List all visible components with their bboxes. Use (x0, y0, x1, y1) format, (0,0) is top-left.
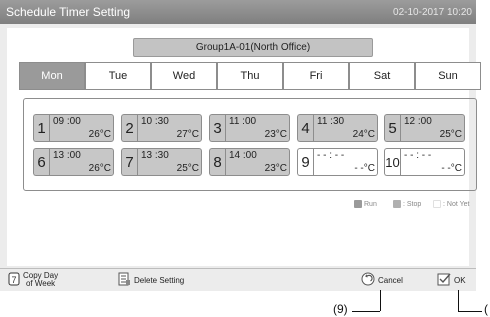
schedule-slots-box (23, 98, 477, 191)
slot-temp: 25°C (439, 129, 462, 140)
legend-run: Run (354, 200, 377, 208)
schedule-slot-5[interactable]: 5 12 :00 25°C (384, 114, 465, 142)
schedule-slot-9[interactable]: 9 - - : - - - -°C (297, 148, 378, 176)
slot-time: 12 :00 (404, 116, 432, 127)
cancel-button[interactable]: Cancel (361, 272, 403, 288)
slot-time: 14 :00 (229, 150, 257, 161)
slot-info: 11 :00 23°C (225, 114, 290, 142)
slot-time: 13 :00 (53, 150, 81, 161)
slot-temp: 26°C (88, 129, 111, 140)
screen: Schedule Timer Setting 02-10-2017 10:20 … (0, 0, 481, 291)
slot-number: 3 (209, 114, 225, 142)
slot-temp: 26°C (88, 163, 111, 174)
delete-list-icon (118, 272, 131, 288)
callout-cancel: (9) (333, 302, 348, 316)
copy-icon: 7 (8, 272, 20, 288)
datetime: 02-10-2017 10:20 (393, 7, 472, 18)
slot-temp: 27°C (176, 129, 199, 140)
tab-thu[interactable]: Thu (217, 62, 283, 90)
delete-setting-label: Delete Setting (134, 275, 185, 285)
tab-wed[interactable]: Wed (151, 62, 217, 90)
slot-info: 13 :30 25°C (137, 148, 202, 176)
slot-number: 1 (33, 114, 49, 142)
slot-info: - - : - - - -°C (313, 148, 378, 176)
group-name[interactable]: Group1A-01(North Office) (133, 38, 373, 57)
schedule-slot-1[interactable]: 1 09 :00 26°C (33, 114, 114, 142)
schedule-slot-4[interactable]: 4 11 :30 24°C (297, 114, 378, 142)
slot-number: 2 (121, 114, 137, 142)
svg-text:7: 7 (11, 275, 16, 285)
slot-number: 4 (297, 114, 313, 142)
copy-day-label: Copy Day of Week (23, 272, 58, 288)
ok-label: OK (454, 275, 466, 285)
delete-setting-button[interactable]: Delete Setting (118, 272, 184, 288)
callout-cancel-line-h (352, 311, 380, 312)
legend-notyet: : Not Yet (433, 200, 469, 208)
slot-info: 13 :00 26°C (49, 148, 114, 176)
schedule-slot-10[interactable]: 10 - - : - - - -°C (384, 148, 465, 176)
stop-swatch (393, 200, 401, 208)
callout-ok: ( (484, 302, 488, 316)
notyet-swatch (433, 200, 441, 208)
slot-temp: - -°C (354, 163, 375, 174)
callout-ok-line-v (458, 290, 459, 311)
cancel-label: Cancel (378, 275, 403, 285)
slot-info: - - : - - - -°C (400, 148, 465, 176)
legend-notyet-label: : Not Yet (443, 200, 470, 208)
schedule-slot-8[interactable]: 8 14 :00 23°C (209, 148, 290, 176)
schedule-slot-6[interactable]: 6 13 :00 26°C (33, 148, 114, 176)
slot-number: 9 (297, 148, 313, 176)
slot-info: 10 :30 27°C (137, 114, 202, 142)
slot-temp: 24°C (352, 129, 375, 140)
slot-temp: 23°C (264, 163, 287, 174)
tab-fri[interactable]: Fri (283, 62, 349, 90)
slot-time: 11 :00 (229, 116, 257, 127)
slot-info: 11 :30 24°C (313, 114, 378, 142)
run-swatch (354, 200, 362, 208)
schedule-slot-2[interactable]: 2 10 :30 27°C (121, 114, 202, 142)
slot-info: 12 :00 25°C (400, 114, 465, 142)
tab-mon[interactable]: Mon (19, 62, 85, 90)
slot-number: 7 (121, 148, 137, 176)
slot-number: 8 (209, 148, 225, 176)
legend-run-label: Run (364, 200, 377, 208)
slot-temp: - -°C (441, 163, 462, 174)
slot-info: 09 :00 26°C (49, 114, 114, 142)
legend-stop-label: : Stop (403, 200, 422, 208)
slot-time: - - : - - (317, 150, 345, 161)
legend-stop: : Stop (393, 200, 421, 208)
slot-number: 5 (384, 114, 400, 142)
slot-time: 09 :00 (53, 116, 81, 127)
schedule-slot-3[interactable]: 3 11 :00 23°C (209, 114, 290, 142)
slot-temp: 25°C (176, 163, 199, 174)
slot-time: 10 :30 (141, 116, 169, 127)
tab-sun[interactable]: Sun (415, 62, 481, 90)
window-title: Schedule Timer Setting (6, 5, 131, 19)
slot-time: - - : - - (404, 150, 432, 161)
title-bar: Schedule Timer Setting 02-10-2017 10:20 (0, 0, 476, 24)
slot-number: 6 (33, 148, 49, 176)
checkmark-icon (437, 272, 451, 288)
slot-info: 14 :00 23°C (225, 148, 290, 176)
ok-button[interactable]: OK (437, 272, 466, 288)
callout-cancel-line-v (380, 290, 381, 311)
copy-day-line2: of Week (25, 279, 56, 288)
tab-sat[interactable]: Sat (349, 62, 415, 90)
slot-time: 13 :30 (141, 150, 169, 161)
callout-ok-line-h (458, 311, 482, 312)
slot-time: 11 :30 (317, 116, 345, 127)
footer-bar: 7 Copy Day of Week Delete Setting Cancel… (0, 268, 476, 291)
weekday-tabs: Mon Tue Wed Thu Fri Sat Sun (19, 62, 481, 90)
copy-day-button[interactable]: 7 Copy Day of Week (8, 272, 58, 288)
slot-number: 10 (384, 148, 400, 176)
tab-tue[interactable]: Tue (85, 62, 151, 90)
slot-temp: 23°C (264, 129, 287, 140)
schedule-slot-7[interactable]: 7 13 :30 25°C (121, 148, 202, 176)
cancel-arrow-icon (361, 272, 375, 288)
